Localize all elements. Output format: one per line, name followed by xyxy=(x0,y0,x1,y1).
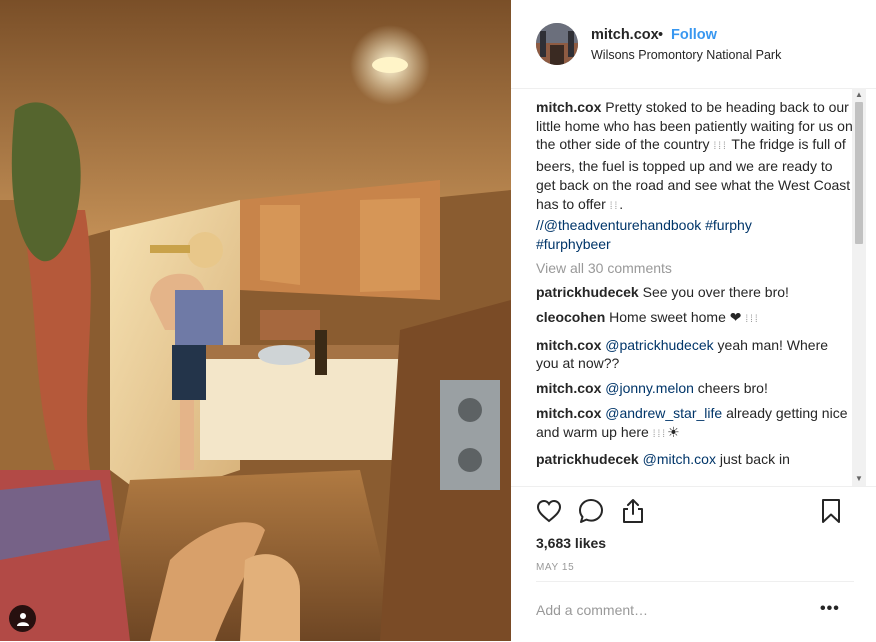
comment-mention[interactable]: @jonny.melon xyxy=(605,380,694,396)
comment-author[interactable]: patrickhudecek xyxy=(536,284,639,300)
caption-mention[interactable]: //@theadventurehandbook xyxy=(536,217,701,233)
comment-mention[interactable]: @patrickhudecek xyxy=(605,337,713,353)
comment-author[interactable]: mitch.cox xyxy=(536,405,601,421)
heart-icon xyxy=(536,499,562,523)
share-icon xyxy=(623,499,643,523)
person-icon xyxy=(16,612,29,626)
comment-author[interactable]: mitch.cox xyxy=(536,337,601,353)
comment-item: patrickhudecek @mitch.cox just back in xyxy=(536,450,854,469)
comment-text: just back in xyxy=(715,451,790,468)
scroll-down-arrow-icon[interactable]: ▼ xyxy=(852,472,866,486)
comments-scrollbar[interactable]: ▲ ▼ xyxy=(852,88,866,486)
comment-item: mitch.cox @jonny.melon cheers bro! xyxy=(536,379,854,398)
add-comment-input[interactable] xyxy=(536,602,806,618)
caption-emoji-glyph: ⁞⁞ xyxy=(609,200,620,212)
post-header: mitch.cox • Follow Wilsons Promontory Na… xyxy=(511,0,876,89)
post-photo[interactable] xyxy=(0,0,511,641)
caption-emoji-glyph: ⁞⁞⁞ xyxy=(713,141,728,153)
post-date[interactable]: MAY 15 xyxy=(536,562,574,573)
comment-mention[interactable]: @mitch.cox xyxy=(643,451,716,467)
bookmark-icon xyxy=(822,499,840,523)
comment-icon xyxy=(579,499,603,523)
sun-emoji: ☀ xyxy=(667,423,680,440)
post-caption: mitch.cox Pretty stoked to be heading ba… xyxy=(536,98,854,254)
save-button[interactable] xyxy=(817,497,845,525)
follow-button[interactable]: Follow xyxy=(671,27,717,43)
comment-author[interactable]: patrickhudecek xyxy=(536,451,639,467)
avatar[interactable] xyxy=(536,23,578,65)
comment-emoji-glyph: ⁞⁞⁞ xyxy=(652,428,668,440)
avatar-image xyxy=(536,23,578,65)
view-all-comments-link[interactable]: View all 30 comments xyxy=(536,259,854,278)
like-button[interactable] xyxy=(535,497,563,525)
comments-list[interactable]: mitch.cox Pretty stoked to be heading ba… xyxy=(536,98,854,486)
van-interior-photo xyxy=(0,0,511,641)
comment-item: cleocohen Home sweet home ❤ ⁞⁞⁞ xyxy=(536,308,854,330)
comment-item: mitch.cox @patrickhudecek yeah man! Wher… xyxy=(536,336,854,373)
scrollbar-thumb[interactable] xyxy=(855,102,863,244)
user-tag-button[interactable] xyxy=(9,605,36,632)
post-location[interactable]: Wilsons Promontory National Park xyxy=(591,48,781,62)
share-button[interactable] xyxy=(619,497,647,525)
comment-text: cheers bro! xyxy=(693,380,768,397)
comment-mention[interactable]: @andrew_star_life xyxy=(605,405,722,421)
add-comment-bar: ••• xyxy=(536,581,854,642)
likes-count[interactable]: 3,683 likes xyxy=(536,535,606,551)
comment-item: mitch.cox @andrew_star_life already gett… xyxy=(536,404,854,444)
comment-emoji-glyph: ⁞⁞⁞ xyxy=(745,314,760,326)
post-side-panel: mitch.cox • Follow Wilsons Promontory Na… xyxy=(511,0,876,641)
comment-author[interactable]: mitch.cox xyxy=(536,380,601,396)
comment-author[interactable]: cleocohen xyxy=(536,309,605,325)
scroll-up-arrow-icon[interactable]: ▲ xyxy=(852,88,866,102)
comment-item: patrickhudecek See you over there bro! xyxy=(536,283,854,302)
caption-hashtag[interactable]: #furphybeer xyxy=(536,236,611,252)
caption-text-3: . xyxy=(619,195,624,212)
more-options-icon[interactable]: ••• xyxy=(820,600,840,618)
comment-text: Home sweet home xyxy=(605,309,730,326)
caption-author[interactable]: mitch.cox xyxy=(536,99,601,115)
heart-emoji: ❤ xyxy=(729,309,742,326)
comment-button[interactable] xyxy=(577,497,605,525)
post-username[interactable]: mitch.cox xyxy=(591,27,659,43)
caption-hashtag[interactable]: #furphy xyxy=(705,217,752,233)
post-actions xyxy=(511,486,876,535)
comment-text: See you over there bro! xyxy=(638,284,789,301)
instagram-post: mitch.cox • Follow Wilsons Promontory Na… xyxy=(0,0,876,641)
separator-dot: • xyxy=(658,27,664,43)
